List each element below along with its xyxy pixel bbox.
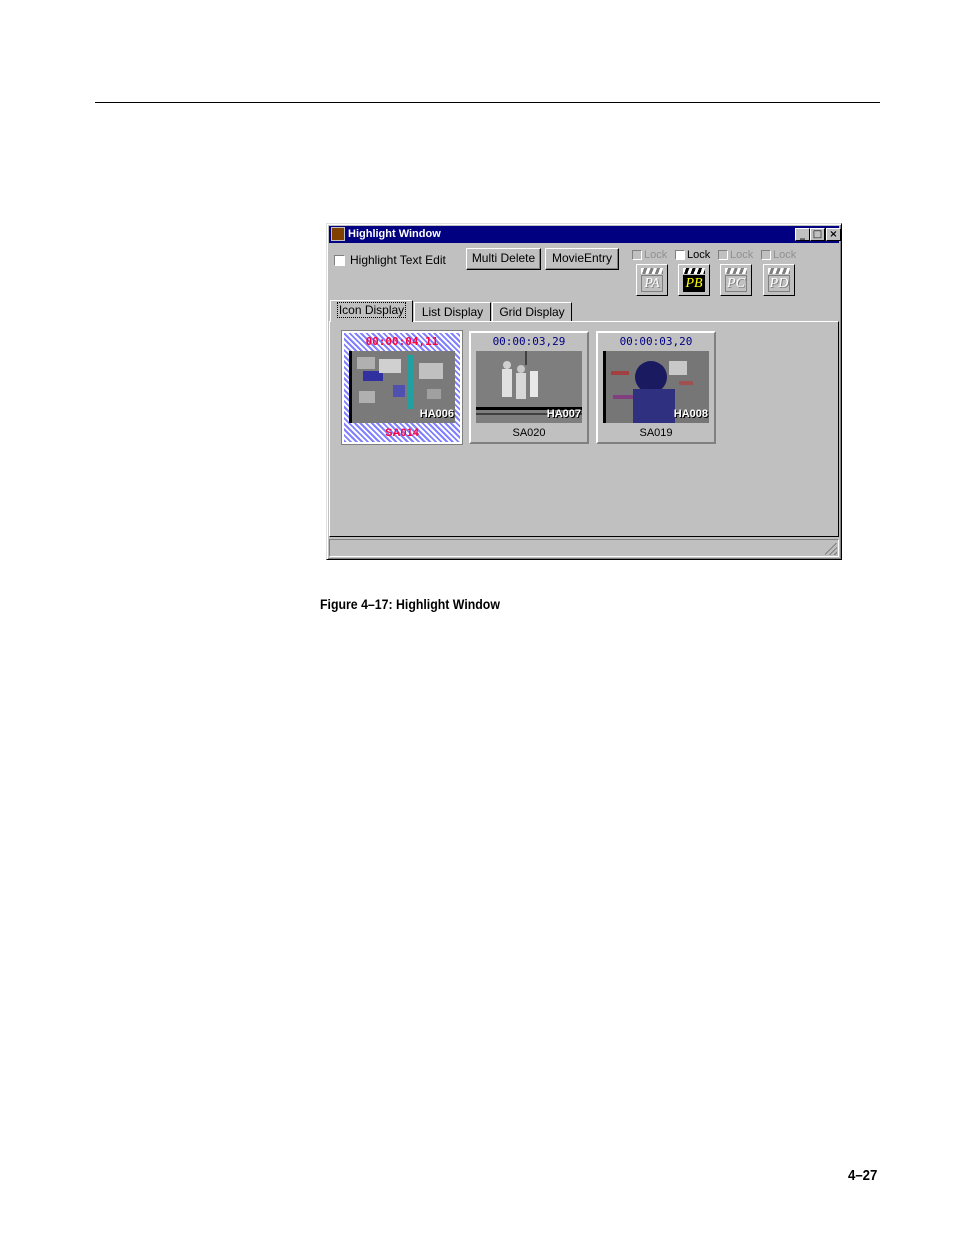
thumbnail-code: HA006 [419,408,454,420]
thumbnail-code: HA008 [673,408,708,420]
player-label: PD [768,275,790,292]
highlight-text-edit-checkbox[interactable]: Highlight Text Edit [334,253,446,267]
lock-label: Lock [644,249,668,261]
figure-caption: Figure 4–17: Highlight Window [320,596,500,612]
clapper-icon [725,268,747,274]
multi-delete-button[interactable]: Multi Delete [466,248,541,270]
thumbnail-code: HA007 [546,408,581,420]
lock-label: Lock [773,249,797,261]
highlight-thumbnail[interactable]: 00:00:03,20 HA008 SA019 [596,331,716,444]
maximize-button[interactable]: □ [810,228,825,241]
close-button[interactable]: × [826,228,841,241]
tab-grid-display[interactable]: Grid Display [492,302,572,322]
tab-label: List Display [421,305,484,319]
lock-checkbox-pa[interactable]: Lock [632,248,667,262]
app-icon[interactable] [331,227,345,241]
player-c-button[interactable]: PC [720,264,752,296]
tab-icon-display[interactable]: Icon Display [330,300,413,322]
clapper-icon [768,268,790,274]
status-bar [329,539,839,557]
player-a-button[interactable]: PA [636,264,668,296]
thumbnail-timecode: 00:00:03,20 [619,335,693,348]
clapper-icon [641,268,663,274]
checkbox-box[interactable] [718,250,728,261]
thumbnail-timecode: 00:00:03,29 [492,335,566,348]
checkbox-box[interactable] [632,250,642,261]
lock-checkbox-pd[interactable]: Lock [761,248,796,262]
player-label: PB [683,275,705,292]
title-bar[interactable]: Highlight Window _ □ × [329,226,841,243]
player-label: PC [725,275,747,292]
player-label: PA [641,275,663,292]
player-b-button[interactable]: PB [678,264,710,296]
tab-label: Icon Display [336,302,407,318]
thumbnail-name: SA019 [639,427,673,439]
lock-label: Lock [687,249,711,261]
tab-list-display[interactable]: List Display [414,302,491,322]
window-title: Highlight Window [348,228,441,240]
icon-display-panel: 00:00:04,11 HA006 SA014 00:00:03,29 HA00… [329,321,839,537]
minimize-button[interactable]: _ [795,228,810,241]
checkbox-box[interactable] [334,255,345,267]
thumbnail-timecode: 00:00:04,11 [365,335,439,348]
tab-label: Grid Display [499,305,565,319]
resize-grip-icon[interactable] [825,543,837,555]
page-number: 4–27 [848,1167,878,1184]
clapper-icon [683,268,705,274]
checkbox-box[interactable] [761,250,771,261]
highlight-window: Highlight Window _ □ × Highlight Text Ed… [326,223,842,560]
movie-entry-button[interactable]: MovieEntry [545,248,619,270]
thumbnail-name: SA020 [512,427,546,439]
lock-label: Lock [730,249,754,261]
lock-checkbox-pb[interactable]: Lock [675,248,710,262]
thumbnail-name: SA014 [385,427,419,439]
lock-checkbox-pc[interactable]: Lock [718,248,753,262]
header-rule [95,102,880,103]
highlight-thumbnail[interactable]: 00:00:04,11 HA006 SA014 [341,330,463,445]
checkbox-box[interactable] [675,250,685,261]
highlight-text-edit-label: Highlight Text Edit [350,253,446,267]
highlight-thumbnail[interactable]: 00:00:03,29 HA007 SA020 [469,331,589,444]
player-d-button[interactable]: PD [763,264,795,296]
